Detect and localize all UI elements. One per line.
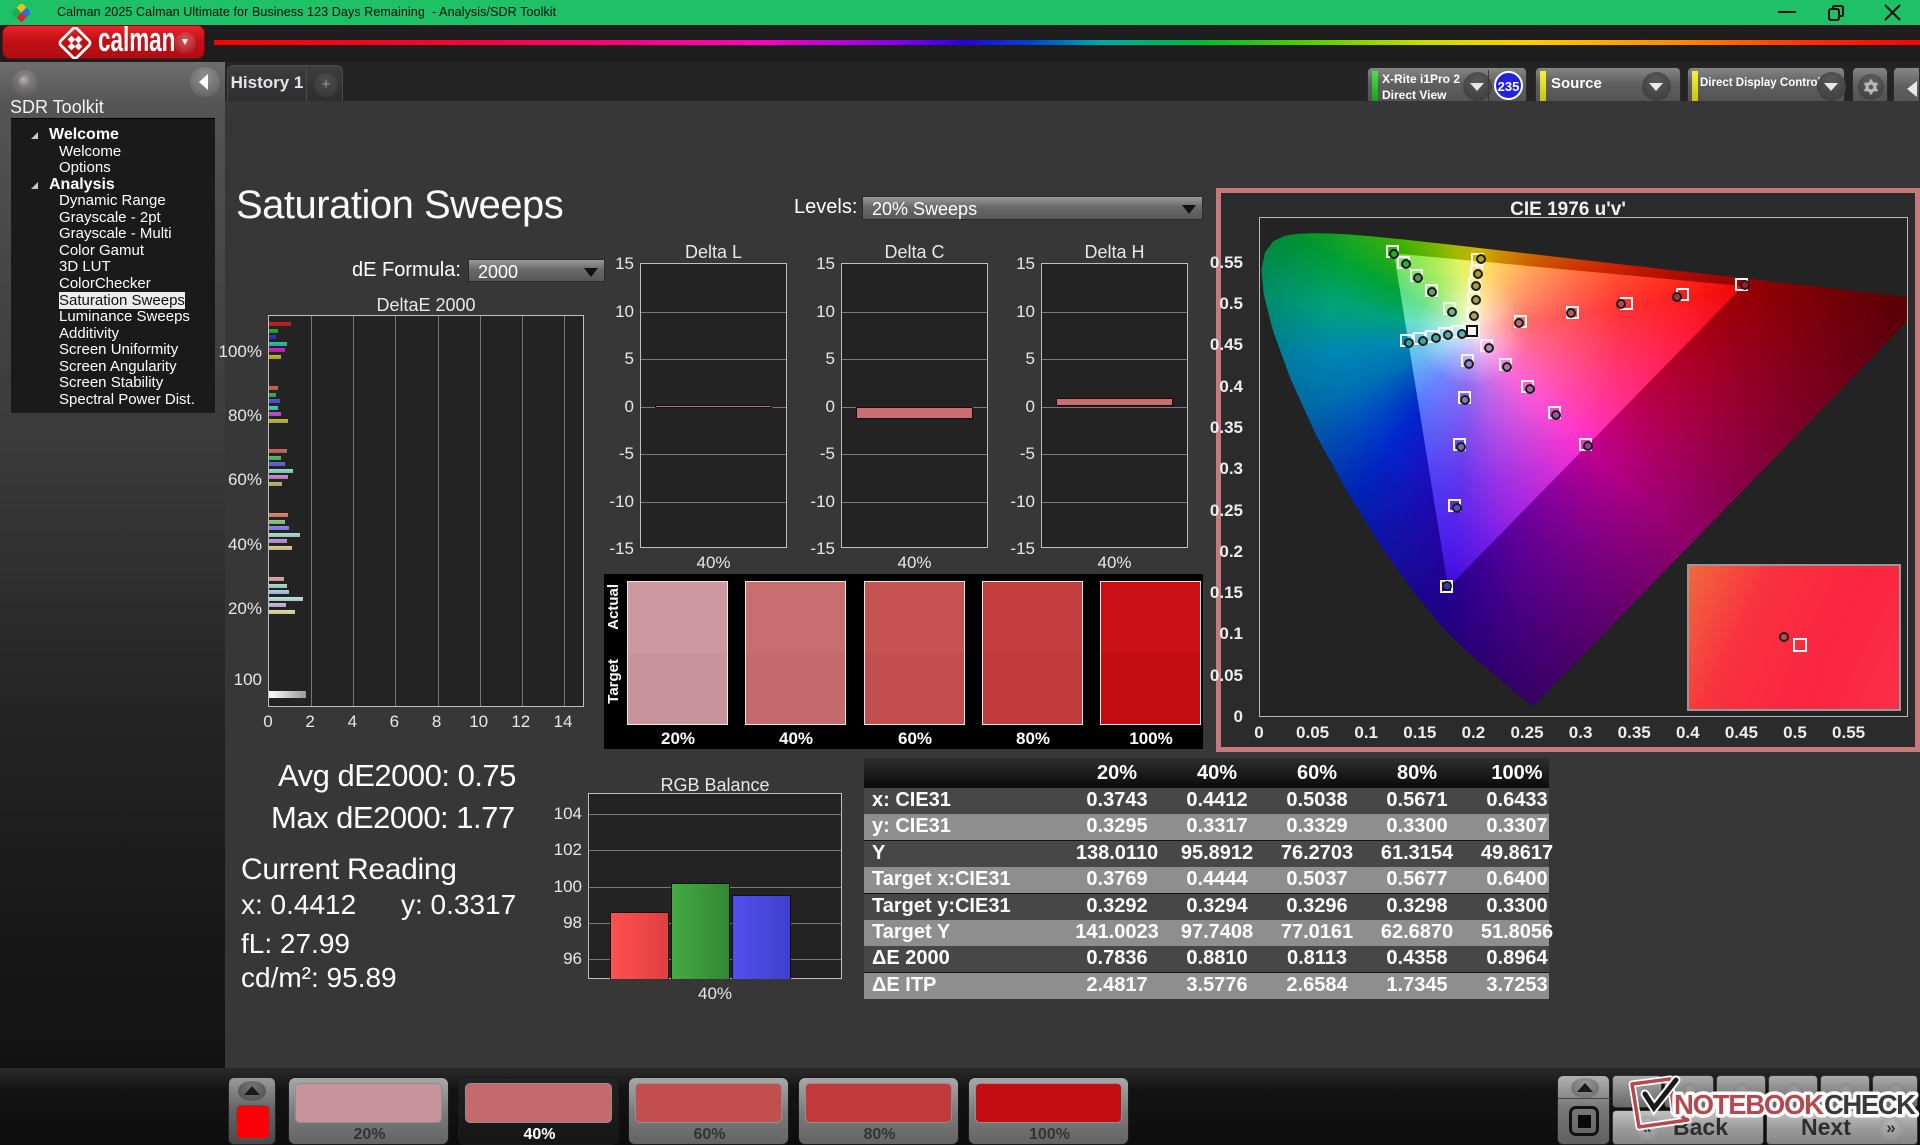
svg-text:NOTEBOOK: NOTEBOOK bbox=[1674, 1089, 1824, 1120]
svg-text:CHECK: CHECK bbox=[1824, 1089, 1916, 1120]
